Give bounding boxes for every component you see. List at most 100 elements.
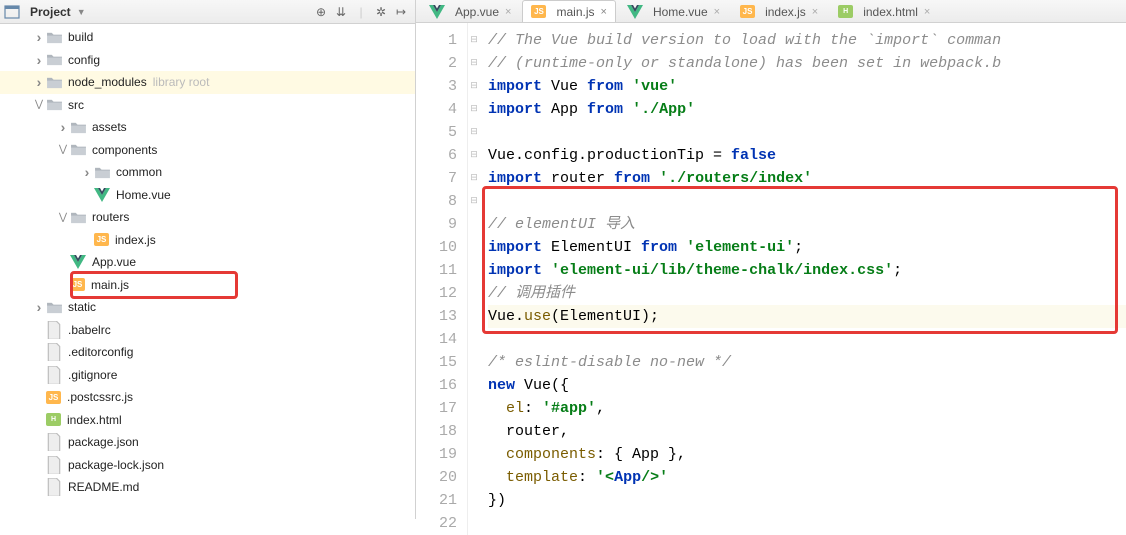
fold-marker[interactable]: ⊟ — [468, 52, 480, 75]
fold-marker[interactable]: ⊟ — [468, 190, 480, 213]
code-line[interactable]: import Vue from 'vue' — [488, 75, 1126, 98]
file-icon — [46, 344, 62, 360]
code-line[interactable]: el: '#app', — [488, 397, 1126, 420]
tree-item-assets[interactable]: › assets — [0, 116, 415, 139]
fold-marker[interactable]: ⊟ — [468, 167, 480, 190]
tree-item-index-js[interactable]: ·JSindex.js — [0, 229, 415, 252]
target-icon[interactable]: ⊕ — [312, 3, 330, 21]
tree-item-config[interactable]: ›config — [0, 49, 415, 72]
tree-item--editorconfig[interactable]: ·.editorconfig — [0, 341, 415, 364]
code-line[interactable]: }) — [488, 489, 1126, 512]
tab-label: main.js — [556, 5, 594, 19]
close-icon[interactable]: × — [812, 6, 818, 18]
tree-item-label: .postcssrc.js — [67, 390, 133, 404]
code-line[interactable] — [488, 512, 1126, 535]
code-line[interactable] — [488, 328, 1126, 351]
code-line[interactable]: // 调用插件 — [488, 282, 1126, 305]
code-line[interactable]: import router from './routers/index' — [488, 167, 1126, 190]
code-line[interactable]: /* eslint-disable no-new */ — [488, 351, 1126, 374]
js-icon: JS — [531, 5, 546, 18]
tree-item-label: package-lock.json — [68, 458, 164, 472]
fold-marker[interactable]: ⊟ — [468, 144, 480, 167]
chevron-down-icon[interactable]: ⋁ — [32, 99, 46, 110]
tree-item-index-html[interactable]: ·Hindex.html — [0, 409, 415, 432]
tree-item-label: index.html — [67, 413, 122, 427]
vue-icon — [429, 4, 445, 20]
code-line[interactable]: Vue.config.productionTip = false — [488, 144, 1126, 167]
tree-item-src[interactable]: ⋁src — [0, 94, 415, 117]
tree-item-label: .editorconfig — [68, 345, 133, 359]
code-line[interactable]: import App from './App' — [488, 98, 1126, 121]
code-line[interactable]: // elementUI 导入 — [488, 213, 1126, 236]
hide-icon[interactable]: ↦ — [392, 3, 410, 21]
code-line[interactable]: new Vue({ — [488, 374, 1126, 397]
tree-item-package-json[interactable]: ·package.json — [0, 431, 415, 454]
chevron-right-icon[interactable]: › — [32, 74, 46, 90]
tree-item-label: .gitignore — [68, 368, 117, 382]
fold-marker[interactable]: ⊟ — [468, 98, 480, 121]
tree-item-App-vue[interactable]: ·App.vue — [0, 251, 415, 274]
tree-item-common[interactable]: ›common — [0, 161, 415, 184]
line-number: 18 — [416, 420, 457, 443]
file-icon — [46, 367, 62, 383]
tree-item-Home-vue[interactable]: ·Home.vue — [0, 184, 415, 207]
code-line[interactable] — [488, 190, 1126, 213]
code-line[interactable]: // (runtime-only or standalone) has been… — [488, 52, 1126, 75]
chevron-right-icon[interactable]: › — [80, 164, 94, 180]
tab-label: index.html — [863, 5, 918, 19]
editor-code[interactable]: // The Vue build version to load with th… — [480, 23, 1126, 535]
fold-marker[interactable]: ⊟ — [468, 121, 480, 144]
code-line[interactable]: import 'element-ui/lib/theme-chalk/index… — [488, 259, 1126, 282]
tree-item--gitignore[interactable]: ·.gitignore — [0, 364, 415, 387]
code-line[interactable]: import ElementUI from 'element-ui'; — [488, 236, 1126, 259]
line-number: 1 — [416, 29, 457, 52]
code-line[interactable]: template: '<App/>' — [488, 466, 1126, 489]
tree-item-node-modules[interactable]: ›node_moduleslibrary root — [0, 71, 415, 94]
chevron-down-icon[interactable]: ⋁ — [56, 212, 70, 223]
tree-item-routers[interactable]: ⋁routers — [0, 206, 415, 229]
chevron-right-icon[interactable]: › — [56, 119, 70, 135]
tab-main-js[interactable]: JS main.js × — [522, 0, 615, 22]
tree-item-package-lock-json[interactable]: ·package-lock.json — [0, 454, 415, 477]
vue-icon — [70, 254, 86, 270]
folder-icon — [70, 209, 86, 225]
close-icon[interactable]: × — [714, 6, 720, 18]
gear-icon[interactable]: ✲ — [372, 3, 390, 21]
tree-item-label: main.js — [91, 278, 129, 292]
project-panel-title[interactable]: Project ▼ — [4, 4, 86, 20]
tree-item-static[interactable]: ›static — [0, 296, 415, 319]
tree-item-main-js[interactable]: ·JSmain.js — [0, 274, 415, 297]
code-line[interactable]: router, — [488, 420, 1126, 443]
project-panel-header: Project ▼ ⊕ ⇊ | ✲ ↦ — [0, 0, 415, 24]
tree-item-label: assets — [92, 120, 127, 134]
code-line[interactable]: // The Vue build version to load with th… — [488, 29, 1126, 52]
close-icon[interactable]: × — [601, 6, 607, 18]
close-icon[interactable]: × — [505, 6, 511, 18]
file-icon — [46, 479, 62, 495]
project-tree[interactable]: ›build›config›node_moduleslibrary root⋁s… — [0, 24, 415, 499]
tree-item--postcssrc-js[interactable]: ·JS.postcssrc.js — [0, 386, 415, 409]
tree-item-build[interactable]: ›build — [0, 26, 415, 49]
code-line[interactable] — [488, 121, 1126, 144]
code-line[interactable]: components: { App }, — [488, 443, 1126, 466]
close-icon[interactable]: × — [924, 6, 930, 18]
tab-index-html[interactable]: Hindex.html× — [829, 0, 939, 22]
chevron-right-icon[interactable]: › — [32, 29, 46, 45]
fold-marker[interactable]: ⊟ — [468, 75, 480, 98]
tab-App-vue[interactable]: App.vue× — [420, 0, 520, 22]
tree-item-label: index.js — [115, 233, 156, 247]
collapse-icon[interactable]: ⇊ — [332, 3, 350, 21]
tree-item--babelrc[interactable]: ·.babelrc — [0, 319, 415, 342]
line-number: 19 — [416, 443, 457, 466]
tree-item-README-md[interactable]: ·README.md — [0, 476, 415, 499]
code-line[interactable]: Vue.use(ElementUI); — [488, 305, 1126, 328]
tab-Home-vue[interactable]: Home.vue× — [618, 0, 729, 22]
chevron-right-icon[interactable]: › — [32, 299, 46, 315]
vue-icon — [627, 4, 643, 20]
chevron-down-icon[interactable]: ⋁ — [56, 144, 70, 155]
chevron-right-icon[interactable]: › — [32, 52, 46, 68]
tree-item-components[interactable]: ⋁ components — [0, 139, 415, 162]
fold-marker[interactable]: ⊟ — [468, 29, 480, 52]
tree-item-label: components — [92, 143, 157, 157]
tab-index-js[interactable]: JSindex.js× — [731, 0, 827, 22]
